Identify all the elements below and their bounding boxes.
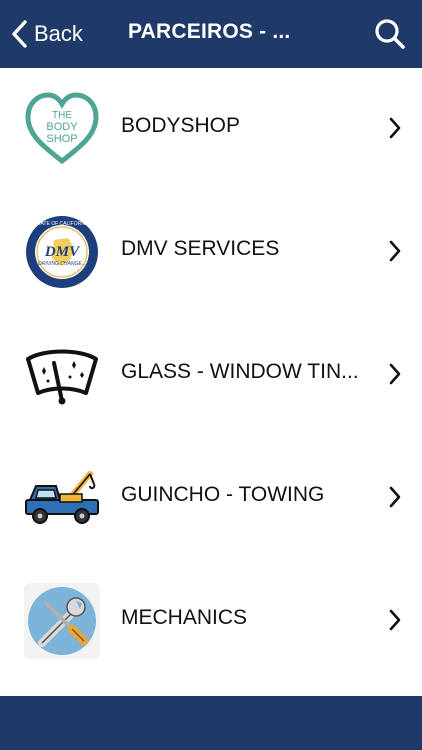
list-item-glass-window-tint[interactable]: GLASS - WINDOW TIN...: [0, 314, 422, 437]
list-item-bodyshop[interactable]: THE BODY SHOP BODYSHOP: [0, 68, 422, 191]
list-item-label: GLASS - WINDOW TIN...: [121, 360, 359, 383]
chevron-right-icon: [388, 608, 402, 632]
back-label: Back: [34, 21, 83, 46]
list-item-label: BODYSHOP: [121, 114, 241, 137]
bodyshop-logo: THE BODY SHOP: [24, 91, 100, 167]
chevron-left-icon: [12, 20, 27, 48]
windshield-icon: [24, 337, 100, 413]
chevron-right-icon: [388, 116, 402, 140]
list-item-label: GUINCHO - TOWING: [121, 483, 325, 506]
navigation-bar: Back PARCEIROS - ...: [0, 0, 422, 68]
list-item-mechanics[interactable]: MECHANICS: [0, 560, 422, 683]
dmv-logo: DMV DRIVING CHANGE... STATE OF CALIFORNI…: [24, 214, 100, 290]
bottom-bar: [0, 696, 422, 750]
svg-text:DRIVING CHANGE...: DRIVING CHANGE...: [38, 261, 86, 267]
wrench-screwdriver-icon: [24, 583, 100, 659]
partner-list: THE BODY SHOP BODYSHOP DMV DRIVING CHANG…: [0, 68, 422, 683]
list-item-guincho-towing[interactable]: GUINCHO - TOWING: [0, 437, 422, 560]
svg-text:BODY: BODY: [46, 121, 78, 133]
svg-text:SHOP: SHOP: [46, 133, 77, 145]
list-item-dmv-services[interactable]: DMV DRIVING CHANGE... STATE OF CALIFORNI…: [0, 191, 422, 314]
svg-text:STATE OF CALIFORNIA: STATE OF CALIFORNIA: [34, 221, 90, 227]
chevron-right-icon: [388, 485, 402, 509]
back-button[interactable]: Back: [10, 18, 83, 50]
search-icon: [375, 19, 405, 49]
svg-text:DMV: DMV: [44, 244, 81, 260]
page-title: PARCEIROS - ...: [128, 20, 291, 43]
chevron-right-icon: [388, 362, 402, 386]
list-item-label: MECHANICS: [121, 606, 248, 629]
tow-truck-icon: [24, 460, 100, 536]
list-item-label: DMV SERVICES: [121, 237, 280, 260]
chevron-right-icon: [388, 239, 402, 263]
svg-text:THE: THE: [52, 110, 72, 121]
search-button[interactable]: [374, 18, 406, 50]
